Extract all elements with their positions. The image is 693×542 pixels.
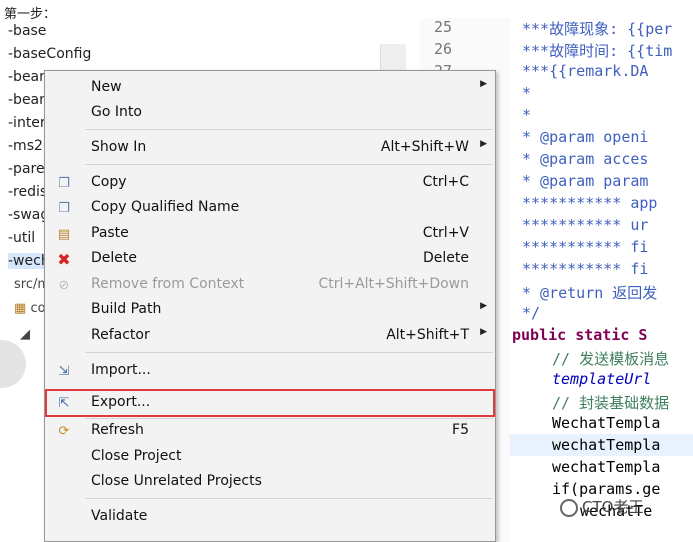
menu-item-label: Copy xyxy=(91,174,127,190)
menu-item-label: Validate xyxy=(91,508,148,524)
export-highlight-box xyxy=(45,389,495,417)
menu-item-label: Paste xyxy=(91,225,129,241)
menu-item-shortcut: Delete xyxy=(423,250,469,266)
menu-item-close-unrelated-projects[interactable]: Close Unrelated Projects xyxy=(45,470,495,494)
menu-separator xyxy=(85,352,493,353)
project-item[interactable]: -util xyxy=(8,230,35,246)
code-line: WechatTempla xyxy=(552,414,661,432)
code-line: * @param param xyxy=(522,172,649,190)
watermark: CTO老王 xyxy=(560,496,643,517)
menu-item-paste[interactable]: ▤ Paste Ctrl+V xyxy=(45,222,495,246)
menu-item-copy[interactable]: ❐ Copy Ctrl+C xyxy=(45,171,495,195)
code-line: wechatTempla xyxy=(552,458,661,476)
line-number: 26 xyxy=(434,40,453,58)
paste-icon: ▤ xyxy=(57,226,71,242)
context-menu: New ▶ Go Into Show In Alt+Shift+W ▶ ❐ Co… xyxy=(44,70,496,542)
menu-item-close-project[interactable]: Close Project xyxy=(45,445,495,469)
menu-item-label: Close Project xyxy=(91,448,182,464)
submenu-arrow-icon: ▶ xyxy=(480,79,487,89)
menu-item-go-into[interactable]: Go Into xyxy=(45,101,495,125)
menu-item-shortcut: Alt+Shift+W xyxy=(380,139,469,155)
code-line: public static S xyxy=(512,326,648,344)
copy-qualified-icon: ❐ xyxy=(58,200,70,216)
wechat-logo-icon xyxy=(560,498,578,517)
menu-item-label: Copy Qualified Name xyxy=(91,199,240,215)
code-line: * @param openi xyxy=(522,128,649,146)
menu-item-label: Refresh xyxy=(91,422,144,438)
menu-item-shortcut: F5 xyxy=(452,422,469,438)
line-number: 25 xyxy=(434,18,453,36)
menu-item-label: Build Path xyxy=(91,301,162,317)
menu-item-new[interactable]: New ▶ xyxy=(45,76,495,100)
tree-node-package[interactable]: ▦ co xyxy=(14,301,46,316)
menu-item-shortcut: Ctrl+C xyxy=(422,174,469,190)
code-line: // 封装基础数据 xyxy=(552,394,670,412)
menu-item-shortcut: Ctrl+V xyxy=(422,225,469,241)
submenu-arrow-icon: ▶ xyxy=(480,301,487,311)
code-line: * @param acces xyxy=(522,150,649,168)
code-line: wechatTempla xyxy=(552,436,661,454)
code-line: */ xyxy=(522,304,541,322)
menu-item-label: New xyxy=(91,79,122,95)
code-line: * xyxy=(522,106,532,124)
menu-separator xyxy=(85,164,493,165)
watermark-text: CTO老王 xyxy=(582,498,644,516)
collapse-handle[interactable] xyxy=(0,340,26,388)
menu-item-label: Close Unrelated Projects xyxy=(91,473,262,489)
menu-separator xyxy=(85,498,493,499)
project-item[interactable]: -bean xyxy=(8,92,48,108)
copy-icon: ❐ xyxy=(58,175,70,191)
menu-item-import[interactable]: ⇲ Import... xyxy=(45,359,495,383)
code-line: ***{{remark.DA xyxy=(522,62,649,80)
menu-item-refresh[interactable]: ⟳ Refresh F5 xyxy=(45,419,495,443)
menu-item-copy-qualified-name[interactable]: ❐ Copy Qualified Name xyxy=(45,196,495,220)
menu-item-build-path[interactable]: Build Path ▶ xyxy=(45,298,495,322)
import-icon: ⇲ xyxy=(58,363,70,379)
menu-item-label: Refactor xyxy=(91,327,150,343)
code-line: *********** app xyxy=(522,194,658,212)
refresh-icon: ⟳ xyxy=(58,423,70,439)
menu-item-remove-from-context[interactable]: ⊘ Remove from Context Ctrl+Alt+Shift+Dow… xyxy=(45,273,495,297)
menu-item-refactor[interactable]: Refactor Alt+Shift+T ▶ xyxy=(45,324,495,348)
menu-item-delete[interactable]: ✖ Delete Delete xyxy=(45,247,495,271)
menu-item-shortcut: Ctrl+Alt+Shift+Down xyxy=(318,276,469,292)
menu-item-label: Import... xyxy=(91,362,151,378)
menu-item-label: Show In xyxy=(91,139,147,155)
menu-separator xyxy=(85,129,493,130)
code-line: ***故障现象: {{per xyxy=(522,20,673,38)
code-line: ***故障时间: {{tim xyxy=(522,42,673,60)
delete-icon: ✖ xyxy=(57,249,71,269)
menu-item-show-in[interactable]: Show In Alt+Shift+W ▶ xyxy=(45,136,495,160)
project-item[interactable]: -redis xyxy=(8,184,47,200)
code-line: *********** fi xyxy=(522,238,649,256)
submenu-arrow-icon: ▶ xyxy=(480,139,487,149)
menu-item-label: Go Into xyxy=(91,104,142,120)
expand-arrow-icon[interactable]: ◢ xyxy=(20,327,30,342)
code-line: * @return 返回发 xyxy=(522,284,658,302)
menu-item-validate[interactable]: Validate xyxy=(45,505,495,529)
project-item[interactable]: -bean xyxy=(8,69,48,85)
project-item[interactable]: -baseConfig xyxy=(8,46,91,62)
menu-item-label: Remove from Context xyxy=(91,276,245,292)
menu-item-shortcut: Alt+Shift+T xyxy=(386,327,469,343)
submenu-arrow-icon: ▶ xyxy=(480,327,487,337)
code-line: *********** fi xyxy=(522,260,649,278)
package-icon: ▦ xyxy=(14,301,27,316)
code-line: // 发送模板消息 xyxy=(552,350,670,368)
code-line: templateUrl xyxy=(552,370,652,388)
menu-item-label: Delete xyxy=(91,250,137,266)
code-line: * xyxy=(522,84,532,102)
remove-context-icon: ⊘ xyxy=(58,277,70,293)
project-item[interactable]: -base xyxy=(8,23,46,39)
code-line: *********** ur xyxy=(522,216,649,234)
